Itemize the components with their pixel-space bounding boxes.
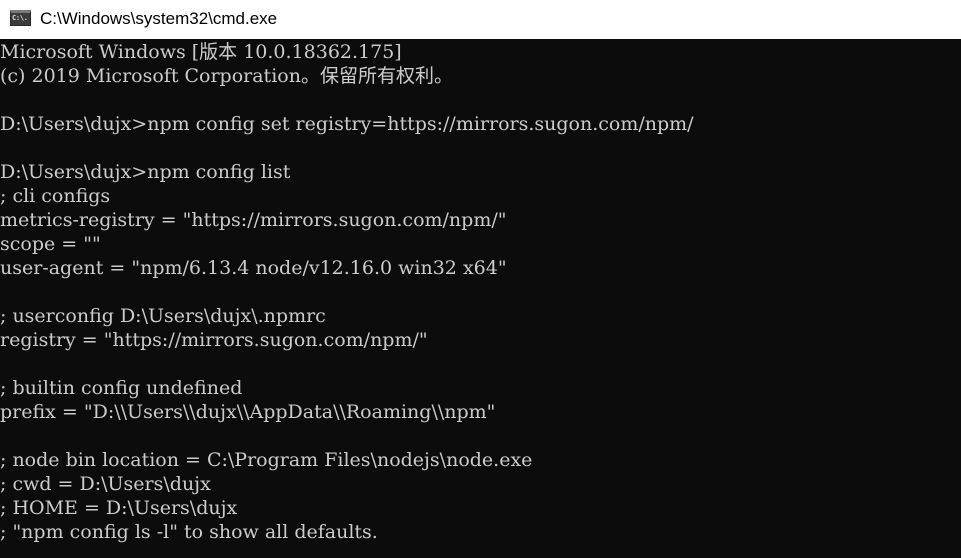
console-line: ; cwd = D:\Users\dujx	[0, 473, 211, 495]
console-line: ; HOME = D:\Users\dujx	[0, 497, 238, 519]
cmd-icon-label: C:\.	[12, 14, 28, 22]
console-line: scope = ""	[0, 233, 101, 255]
console-line: D:\Users\dujx>npm config list	[0, 161, 291, 183]
console-line: ; builtin config undefined	[0, 377, 243, 399]
console-line: user-agent = "npm/6.13.4 node/v12.16.0 w…	[0, 257, 507, 279]
console-line: prefix = "D:\\Users\\dujx\\AppData\\Roam…	[0, 401, 496, 423]
title-bar[interactable]: C:\. C:\Windows\system32\cmd.exe	[0, 0, 961, 39]
cmd-console-icon[interactable]: C:\.	[10, 10, 31, 26]
console-line: ; userconfig D:\Users\dujx\.npmrc	[0, 305, 326, 327]
console-line: ; "npm config ls -l" to show all default…	[0, 521, 378, 543]
cmd-window: C:\. C:\Windows\system32\cmd.exe Microso…	[0, 0, 961, 558]
console-line: Microsoft Windows [版本 10.0.18362.175]	[0, 41, 402, 63]
console-output[interactable]: Microsoft Windows [版本 10.0.18362.175] (c…	[0, 40, 961, 558]
window-title: C:\Windows\system32\cmd.exe	[40, 9, 278, 28]
console-line: (c) 2019 Microsoft Corporation。保留所有权利。	[0, 65, 453, 87]
console-line: metrics-registry = "https://mirrors.sugo…	[0, 209, 507, 231]
console-line: D:\Users\dujx>npm config set registry=ht…	[0, 113, 694, 135]
console-line: ; cli configs	[0, 185, 111, 207]
console-line: registry = "https://mirrors.sugon.com/np…	[0, 329, 428, 351]
console-line: ; node bin location = C:\Program Files\n…	[0, 449, 533, 471]
